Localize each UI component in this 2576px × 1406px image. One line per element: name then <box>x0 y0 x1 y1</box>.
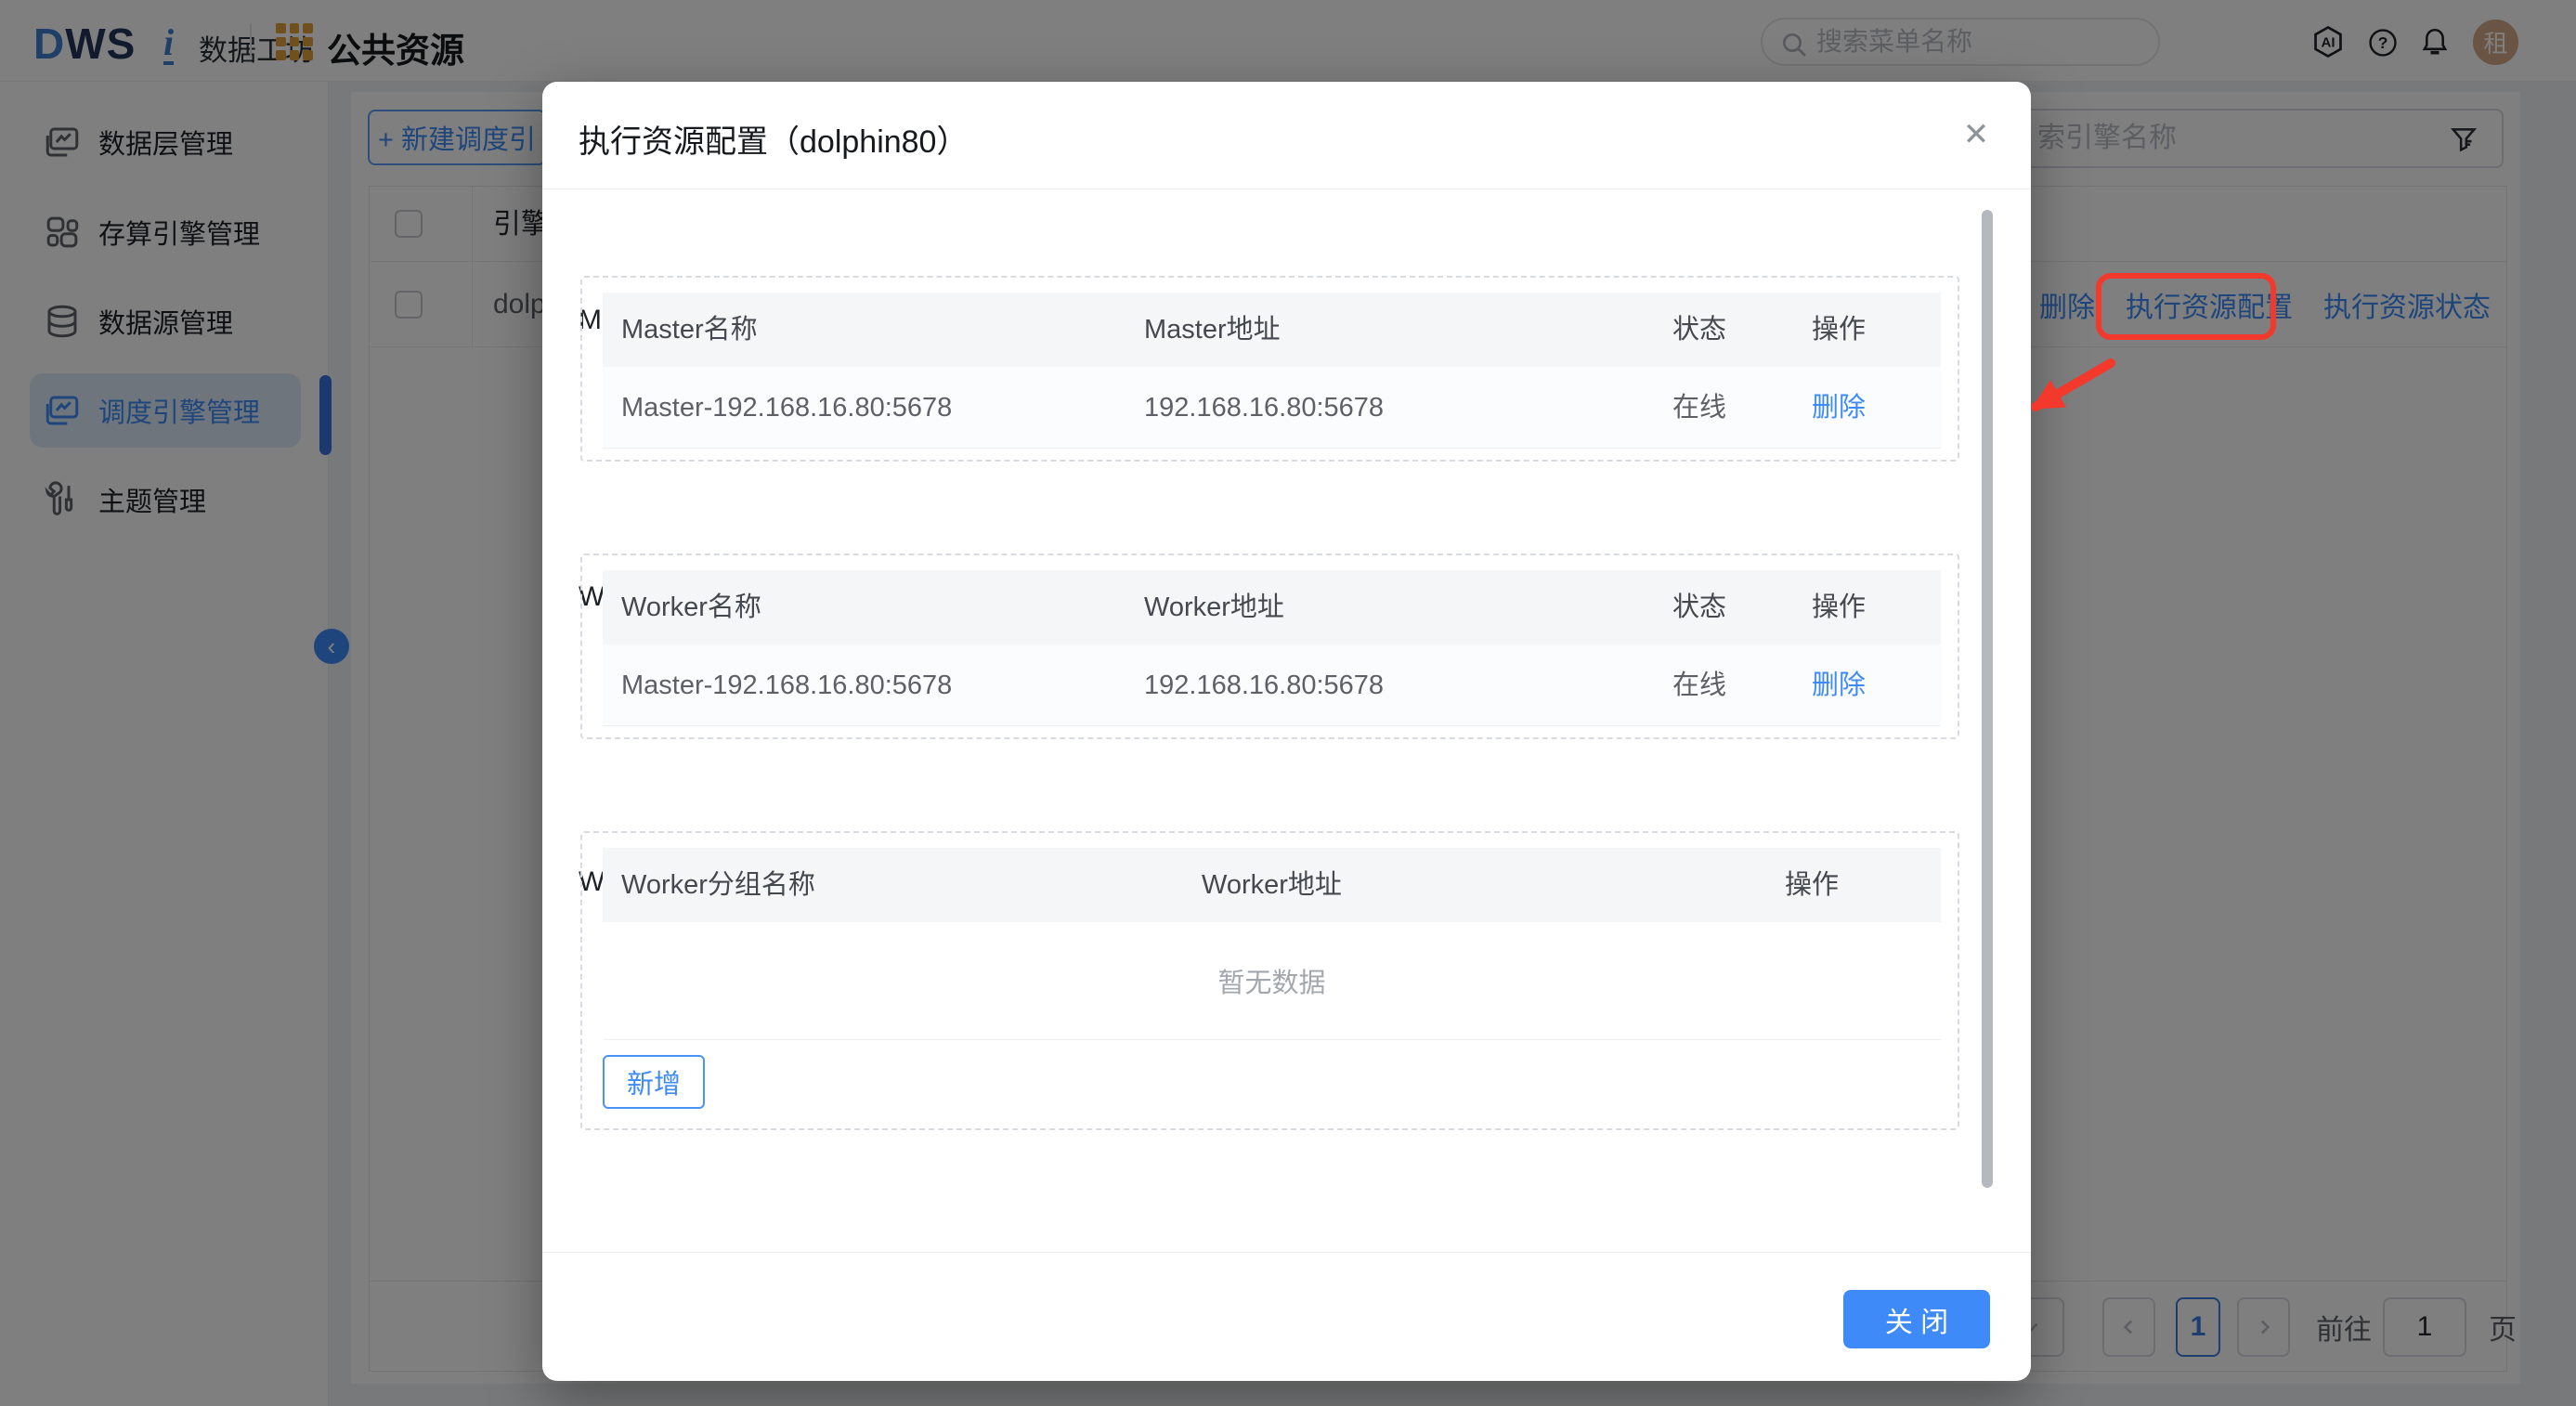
worker-table: Worker名称 Worker地址 状态 操作 Master-192.168.1… <box>603 570 1941 726</box>
worker-group-section-box: Worker分组名称 Worker地址 操作 暂无数据 新增 <box>580 831 1959 1130</box>
worker-name-column: Worker名称 <box>621 570 761 644</box>
master-address-cell: 192.168.16.80:5678 <box>1144 367 1384 449</box>
worker-status-column: 状态 <box>1672 570 1726 644</box>
dialog-footer-divider <box>542 1252 2031 1253</box>
worker-table-row: Master-192.168.16.80:5678 192.168.16.80:… <box>603 644 1941 726</box>
master-action-column: 操作 <box>1812 293 1866 367</box>
worker-action-column: 操作 <box>1812 570 1866 644</box>
dialog-title: 执行资源配置（dolphin80） <box>579 116 968 162</box>
worker-group-table: Worker分组名称 Worker地址 操作 <box>603 848 1941 922</box>
close-button[interactable]: 关 闭 <box>1843 1290 1990 1348</box>
worker-group-name-column: Worker分组名称 <box>621 848 815 922</box>
worker-name-cell: Master-192.168.16.80:5678 <box>621 644 952 726</box>
master-status-column: 状态 <box>1672 293 1726 367</box>
worker-section-box: Worker名称 Worker地址 状态 操作 Master-192.168.1… <box>580 553 1959 739</box>
worker-group-address-column: Worker地址 <box>1202 848 1342 922</box>
master-table-row: Master-192.168.16.80:5678 192.168.16.80:… <box>603 367 1941 449</box>
worker-delete-link[interactable]: 删除 <box>1812 644 1866 726</box>
resource-config-dialog: 执行资源配置（dolphin80） ✕ Master Master名称 Mast… <box>542 82 2031 1381</box>
annotation-highlight-box <box>2096 273 2276 340</box>
master-section-box: Master名称 Master地址 状态 操作 Master-192.168.1… <box>580 276 1959 462</box>
master-status-cell: 在线 <box>1672 367 1726 449</box>
master-name-cell: Master-192.168.16.80:5678 <box>621 367 952 449</box>
worker-table-header: Worker名称 Worker地址 状态 操作 <box>603 570 1941 644</box>
worker-address-column: Worker地址 <box>1144 570 1284 644</box>
close-icon[interactable]: ✕ <box>1958 116 1995 153</box>
master-table: Master名称 Master地址 状态 操作 Master-192.168.1… <box>603 293 1941 449</box>
modal-scrollbar-thumb[interactable] <box>1982 210 1993 1188</box>
empty-placeholder: 暂无数据 <box>603 922 1941 1040</box>
worker-group-table-header: Worker分组名称 Worker地址 操作 <box>603 848 1941 922</box>
worker-address-cell: 192.168.16.80:5678 <box>1144 644 1384 726</box>
add-worker-group-button[interactable]: 新增 <box>603 1055 705 1109</box>
master-address-column: Master地址 <box>1144 293 1281 367</box>
master-name-column: Master名称 <box>621 293 758 367</box>
worker-status-cell: 在线 <box>1672 644 1726 726</box>
worker-group-action-column: 操作 <box>1785 848 1839 922</box>
master-delete-link[interactable]: 删除 <box>1812 367 1866 449</box>
master-table-header: Master名称 Master地址 状态 操作 <box>603 293 1941 367</box>
